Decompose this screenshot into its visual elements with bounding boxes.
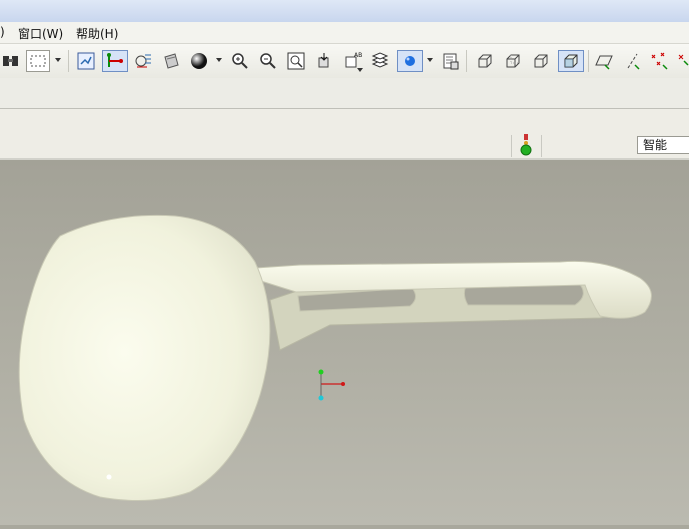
menu-bar: ) 窗口(W) 帮助(H) — [0, 22, 689, 44]
toolbar-separator — [588, 50, 589, 72]
strip-divider — [511, 135, 512, 157]
zoom-fit-icon[interactable] — [285, 50, 307, 72]
chevron-down-icon[interactable] — [55, 58, 61, 62]
box-select-icon[interactable] — [26, 50, 50, 72]
datum-display-icon[interactable] — [102, 50, 128, 72]
chevron-down-icon[interactable] — [427, 58, 433, 62]
csys-icon[interactable] — [673, 50, 689, 72]
selection-filter-dropdown[interactable]: 智能 — [637, 136, 689, 154]
menu-item-window[interactable]: 窗口(W) — [18, 25, 63, 42]
menu-item-partial[interactable]: ) — [0, 25, 5, 39]
highlight-dot — [106, 474, 112, 480]
appearance-icon[interactable] — [160, 50, 182, 72]
spin-center-icon[interactable] — [132, 50, 154, 72]
chevron-down-icon[interactable] — [216, 58, 222, 62]
datum-point-icon[interactable] — [649, 50, 671, 72]
toolbar-separator — [68, 50, 69, 72]
zoom-in-icon[interactable] — [229, 50, 251, 72]
no-hidden-icon[interactable] — [530, 50, 552, 72]
view-manager-icon[interactable] — [0, 50, 22, 72]
hidden-line-icon[interactable] — [502, 50, 524, 72]
menu-item-help[interactable]: 帮助(H) — [76, 25, 118, 42]
graphics-viewport[interactable] — [0, 160, 689, 525]
orient-icon[interactable] — [313, 50, 335, 72]
title-bar — [0, 0, 689, 22]
datum-axis-icon[interactable] — [622, 50, 644, 72]
display-style-icon[interactable] — [397, 50, 423, 72]
layers-icon[interactable] — [369, 50, 391, 72]
svg-text:AB: AB — [354, 52, 362, 59]
secondary-panel — [0, 78, 689, 109]
status-strip: 智能 — [0, 109, 689, 160]
traffic-light-icon[interactable] — [520, 134, 532, 162]
strip-divider — [541, 135, 542, 157]
shaded-icon[interactable] — [558, 50, 584, 72]
color-sphere-icon[interactable] — [188, 50, 210, 72]
toolbar-separator — [466, 50, 467, 72]
zoom-out-icon[interactable] — [257, 50, 279, 72]
chevron-down-icon[interactable] — [357, 68, 363, 72]
model-render — [18, 214, 652, 502]
main-toolbar: AB — [0, 44, 689, 79]
redraw-icon[interactable] — [75, 50, 97, 72]
model-tree-icon[interactable] — [440, 50, 462, 72]
wireframe-icon[interactable] — [474, 50, 496, 72]
datum-plane-icon[interactable] — [593, 50, 615, 72]
